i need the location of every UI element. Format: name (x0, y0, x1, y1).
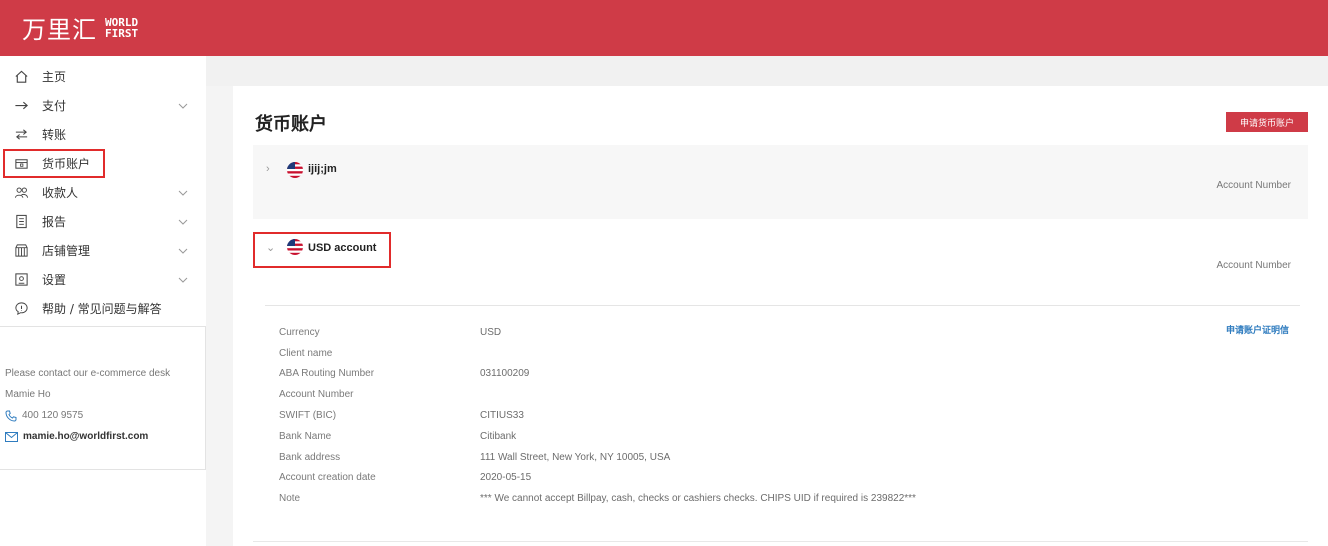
home-icon (13, 69, 29, 85)
sidebar-item-payment[interactable]: 支付 (0, 91, 206, 120)
top-spacer-bar (206, 56, 1328, 86)
logo-chinese-name: 万里汇 (22, 16, 97, 44)
detail-value: 031100209 (480, 368, 530, 380)
sidebar-nav: 主页 支付 转账 货币账户 收款人 报告 店铺管理 设置 帮助 / 常见问题与解… (0, 56, 206, 323)
sidebar-item-reports[interactable]: 报告 (0, 207, 206, 236)
detail-label: SWIFT (BIC) (279, 410, 337, 422)
worldfirst-logo[interactable]: 万里汇 WORLD FIRST (22, 10, 138, 45)
contact-email[interactable]: mamie.ho@worldfirst.com (23, 426, 148, 447)
sidebar: 主页 支付 转账 货币账户 收款人 报告 店铺管理 设置 帮助 / 常见问题与解… (0, 56, 206, 546)
detail-label: Client name (279, 347, 333, 359)
report-icon (13, 214, 29, 230)
account-row[interactable]: › ijij;jm Account Number (253, 145, 1308, 219)
contact-name: Mamie Ho (5, 389, 51, 400)
detail-value: 2020-05-15 (480, 472, 532, 484)
detail-label: Note (279, 493, 301, 505)
detail-label: Bank address (279, 451, 341, 463)
contact-intro: Please contact our e-commerce desk (5, 368, 171, 379)
sidebar-item-label: 转账 (42, 128, 67, 142)
sidebar-item-home[interactable]: 主页 (0, 62, 206, 91)
chevron-down-icon[interactable] (178, 186, 188, 200)
detail-value: Citibank (480, 430, 517, 442)
detail-value: CITIUS33 (480, 410, 524, 422)
detail-value: 111 Wall Street, New York, NY 10005, USA (480, 451, 671, 463)
detail-row-account-number: Account Number (279, 384, 1319, 405)
sidebar-item-payees[interactable]: 收款人 (0, 178, 206, 207)
arrow-right-icon (13, 98, 29, 114)
sidebar-item-label: 收款人 (42, 186, 79, 200)
main-content: 货币账户 申请货币账户 › ijij;jm Account Number ⌄ U… (233, 86, 1328, 546)
detail-row-aba-routing: ABA Routing Number 031100209 (279, 364, 1319, 385)
sidebar-item-help[interactable]: 帮助 / 常见问题与解答 (0, 294, 206, 323)
divider (265, 305, 1300, 306)
sidebar-item-currency-accounts[interactable]: 货币账户 (3, 149, 105, 178)
detail-row-client-name: Client name (279, 343, 1319, 364)
chevron-down-icon[interactable] (178, 273, 188, 287)
divider (253, 541, 1308, 542)
sidebar-item-label: 支付 (42, 99, 67, 113)
detail-value: *** We cannot accept Billpay, cash, chec… (480, 493, 916, 505)
detail-row-note: Note *** We cannot accept Billpay, cash, … (279, 488, 1319, 509)
account-row[interactable]: ⌄ USD account Account Number (253, 223, 1308, 297)
chevron-down-icon[interactable] (178, 215, 188, 229)
detail-row-swift: SWIFT (BIC) CITIUS33 (279, 405, 1319, 426)
sidebar-item-store-management[interactable]: 店铺管理 (0, 236, 206, 265)
sidebar-item-label: 货币账户 (42, 157, 91, 171)
account-details: Currency USD Client name ABA Routing Numb… (279, 322, 1319, 509)
logo-english-line2: FIRST (105, 26, 139, 40)
contact-email-row[interactable]: mamie.ho@worldfirst.com (5, 426, 205, 447)
store-icon (13, 243, 29, 259)
detail-label: Account Number (279, 389, 354, 401)
detail-value: USD (480, 326, 502, 338)
detail-label: ABA Routing Number (279, 368, 375, 380)
sidebar-item-label: 店铺管理 (42, 244, 91, 258)
sidebar-item-label: 帮助 / 常见问题与解答 (42, 302, 162, 316)
sidebar-item-label: 主页 (42, 70, 67, 84)
sidebar-item-transfer[interactable]: 转账 (0, 120, 206, 149)
help-icon (13, 301, 29, 317)
logo-english-name: WORLD FIRST (105, 17, 138, 39)
account-number-label: Account Number (1216, 180, 1291, 191)
apply-currency-account-button[interactable]: 申请货币账户 (1226, 112, 1308, 132)
sidebar-item-settings[interactable]: 设置 (0, 265, 206, 294)
contact-phone-row[interactable]: 400 120 9575 (5, 405, 205, 426)
page-title: 货币账户 (255, 114, 327, 135)
detail-label: Bank Name (279, 430, 332, 442)
contact-phone[interactable]: 400 120 9575 (22, 405, 83, 426)
contact-card: Please contact our e-commerce desk Mamie… (0, 326, 206, 470)
detail-row-currency: Currency USD (279, 322, 1319, 343)
top-header: 万里汇 WORLD FIRST (0, 0, 1328, 56)
account-name: ijij;jm (308, 163, 337, 175)
sidebar-item-label: 报告 (42, 215, 67, 229)
detail-label: Account creation date (279, 472, 376, 484)
transfer-icon (13, 127, 29, 143)
people-icon (13, 185, 29, 201)
detail-row-bank-address: Bank address 111 Wall Street, New York, N… (279, 447, 1319, 468)
us-flag-icon (287, 162, 303, 178)
chevron-right-icon[interactable]: › (266, 163, 270, 175)
usd-account-highlight-box (253, 232, 391, 268)
mail-icon (5, 431, 18, 442)
detail-row-bank-name: Bank Name Citibank (279, 426, 1319, 447)
detail-row-creation-date: Account creation date 2020-05-15 (279, 468, 1319, 489)
chevron-down-icon[interactable] (178, 244, 188, 258)
account-number-label: Account Number (1216, 260, 1291, 271)
sidebar-item-label: 设置 (42, 273, 67, 287)
settings-icon (13, 272, 29, 288)
detail-label: Currency (279, 326, 320, 338)
wallet-icon (13, 156, 29, 172)
chevron-down-icon[interactable] (178, 99, 188, 113)
phone-icon (5, 410, 17, 422)
